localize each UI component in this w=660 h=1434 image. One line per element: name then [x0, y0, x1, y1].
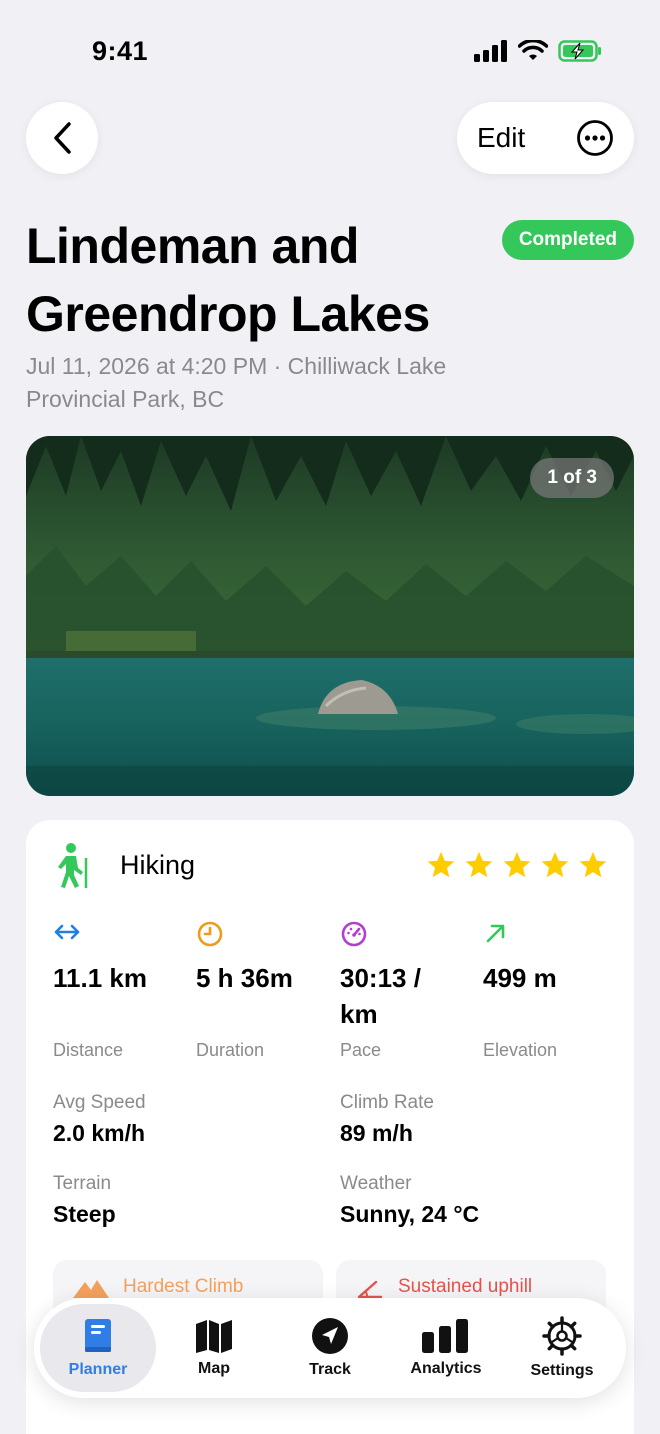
detail-value: 89 m/h [340, 1120, 413, 1146]
detail-value: Steep [53, 1201, 116, 1227]
hike-photo[interactable]: 1 of 3 [26, 436, 634, 796]
arrow-up-right-icon [486, 924, 505, 943]
tab-map[interactable]: Map [156, 1304, 272, 1392]
stat-elevation-label: Elevation [483, 1040, 558, 1060]
map-icon [196, 1320, 232, 1353]
highlight-label: Hardest Climb [123, 1276, 244, 1297]
detail-label: Avg Speed [53, 1092, 146, 1113]
detail-avg-speed: Avg Speed 2.0 km/h [53, 1092, 146, 1147]
date-location-subtitle: Jul 11, 2026 at 4:20 PM · Chilliwack Lak… [26, 353, 447, 412]
highlight-label: Sustained uphill [398, 1276, 533, 1297]
stat-elevation: 499 m [483, 920, 623, 996]
tab-label: Planner [68, 1361, 128, 1378]
back-button[interactable] [26, 102, 98, 174]
activity-type: Hiking [52, 842, 195, 888]
location-arrow-icon [312, 1318, 348, 1354]
page-title: Lindeman and Greendrop Lakes [26, 218, 430, 342]
tab-planner[interactable]: Planner [40, 1304, 156, 1392]
status-icons [474, 40, 602, 62]
wifi-icon [518, 40, 548, 60]
tab-settings[interactable]: Settings [504, 1304, 620, 1392]
signal-icon [474, 40, 507, 62]
star-icon [579, 851, 607, 878]
battery-charging-icon [558, 40, 601, 62]
photo-counter: 1 of 3 [530, 458, 614, 498]
stat-distance-label: Distance [53, 1040, 124, 1060]
edit-button[interactable]: Edit [477, 122, 525, 154]
tab-bar: Planner Map Track Analytics Settings [34, 1298, 626, 1398]
detail-label: Terrain [53, 1173, 112, 1194]
gear-icon [542, 1316, 582, 1356]
chevron-left-icon [54, 122, 71, 154]
tab-analytics[interactable]: Analytics [388, 1304, 504, 1392]
star-icon [465, 851, 493, 878]
stat-duration-value: 5 h 36m [196, 963, 293, 993]
stat-duration-label: Duration [196, 1040, 265, 1060]
status-badge: Completed [501, 220, 634, 260]
book-icon [85, 1319, 111, 1352]
detail-label: Climb Rate [340, 1092, 434, 1113]
speedometer-icon [341, 921, 367, 947]
detail-weather: Weather Sunny, 24 °C [340, 1173, 479, 1228]
detail-terrain: Terrain Steep [53, 1173, 116, 1228]
stat-distance-value: 11.1 km [53, 963, 147, 993]
clock-icon [197, 921, 223, 947]
star-icon [541, 851, 569, 878]
stat-duration: 5 h 36m [196, 920, 336, 996]
bar-chart-icon [422, 1319, 468, 1353]
stat-pace-label: Pace [340, 1040, 382, 1060]
hiking-icon [58, 843, 88, 888]
tab-track[interactable]: Track [272, 1304, 388, 1392]
more-options-icon[interactable] [576, 119, 614, 157]
detail-label: Weather [340, 1173, 412, 1194]
star-icon [503, 851, 531, 878]
edit-actions-pill: Edit [457, 102, 634, 174]
arrows-horizontal-icon [54, 924, 80, 940]
activity-label: Hiking [120, 849, 196, 880]
star-rating[interactable] [426, 850, 608, 880]
tab-label: Settings [530, 1362, 594, 1379]
detail-value: Sunny, 24 °C [340, 1201, 480, 1227]
status-bar: 9:41 [0, 0, 660, 100]
status-time: 9:41 [92, 36, 149, 66]
tab-label: Map [198, 1360, 230, 1377]
mountain-icon [73, 1280, 109, 1298]
incline-icon [357, 1280, 383, 1299]
stat-pace-value: 30:13 / km [340, 963, 421, 1029]
stat-elevation-value: 499 m [483, 963, 557, 993]
detail-value: 2.0 km/h [53, 1120, 146, 1146]
detail-climb-rate: Climb Rate 89 m/h [340, 1092, 434, 1147]
tab-label: Analytics [410, 1360, 482, 1377]
tab-label: Track [309, 1361, 351, 1378]
star-icon [427, 851, 455, 878]
stat-distance: 11.1 km [53, 920, 193, 996]
stat-pace: 30:13 / km [340, 920, 450, 1032]
